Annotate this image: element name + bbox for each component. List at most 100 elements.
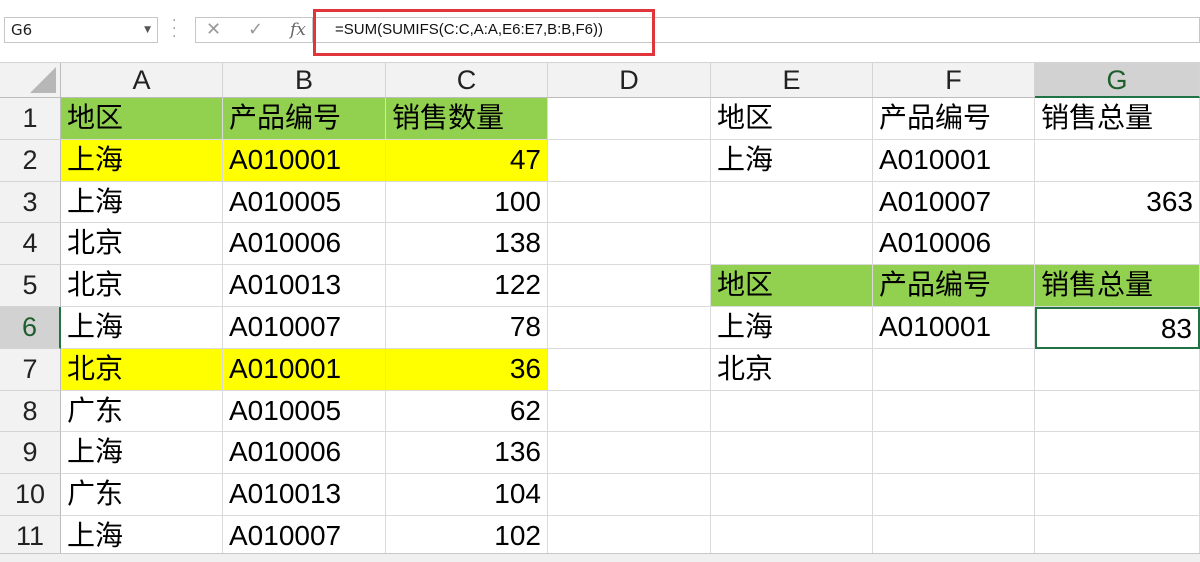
cell-f2[interactable]: A010001 xyxy=(873,139,1035,182)
cell-a5[interactable]: 北京 xyxy=(61,265,223,307)
cell-d10[interactable] xyxy=(548,474,711,516)
cell-f4[interactable]: A010006 xyxy=(873,223,1035,266)
select-all-button[interactable] xyxy=(0,63,61,98)
column-header-c[interactable]: C xyxy=(386,63,548,98)
cell-e5[interactable]: 地区 xyxy=(711,265,873,307)
cell-d3[interactable] xyxy=(548,181,711,224)
cell-g8[interactable] xyxy=(1035,390,1200,433)
cell-c8[interactable]: 62 xyxy=(386,390,548,433)
cell-e2[interactable]: 上海 xyxy=(711,139,873,182)
cell-d8[interactable] xyxy=(548,390,711,433)
cell-e11[interactable] xyxy=(711,516,873,558)
cell-a4[interactable]: 北京 xyxy=(61,223,223,266)
row-header-11[interactable]: 11 xyxy=(0,516,61,558)
cell-e7[interactable]: 北京 xyxy=(711,348,873,391)
cell-d6[interactable] xyxy=(548,307,711,349)
cell-a9[interactable]: 上海 xyxy=(61,432,223,475)
cell-g1[interactable]: 销售总量 xyxy=(1035,98,1200,140)
row-header-3[interactable]: 3 xyxy=(0,181,61,224)
cell-e1[interactable]: 地区 xyxy=(711,98,873,140)
cell-g9[interactable] xyxy=(1035,432,1200,475)
row-header-9[interactable]: 9 xyxy=(0,432,61,475)
cell-a6[interactable]: 上海 xyxy=(61,307,223,349)
name-box[interactable]: G6 ▼ xyxy=(4,17,158,43)
chevron-down-icon[interactable]: ▼ xyxy=(144,18,151,42)
cell-b3[interactable]: A010005 xyxy=(223,181,386,224)
cell-c3[interactable]: 100 xyxy=(386,181,548,224)
cell-e3[interactable] xyxy=(711,181,873,224)
row-header-1[interactable]: 1 xyxy=(0,98,61,140)
cell-d4[interactable] xyxy=(548,223,711,266)
cell-b7[interactable]: A010001 xyxy=(223,348,386,391)
cell-e10[interactable] xyxy=(711,474,873,516)
cell-a8[interactable]: 广东 xyxy=(61,390,223,433)
cell-f8[interactable] xyxy=(873,390,1035,433)
cell-c1[interactable]: 销售数量 xyxy=(386,98,548,140)
cell-b11[interactable]: A010007 xyxy=(223,516,386,558)
cell-b5[interactable]: A010013 xyxy=(223,265,386,307)
row-header-7[interactable]: 7 xyxy=(0,348,61,391)
cell-f3[interactable]: A010007 xyxy=(873,181,1035,224)
cell-c11[interactable]: 102 xyxy=(386,516,548,558)
cell-a3[interactable]: 上海 xyxy=(61,181,223,224)
cell-e9[interactable] xyxy=(711,432,873,475)
cell-d9[interactable] xyxy=(548,432,711,475)
more-options-icon[interactable]: · · · xyxy=(172,14,180,44)
cell-e8[interactable] xyxy=(711,390,873,433)
cell-a2[interactable]: 上海 xyxy=(61,139,223,182)
cell-c4[interactable]: 138 xyxy=(386,223,548,266)
column-header-e[interactable]: E xyxy=(711,63,873,98)
insert-function-icon[interactable]: fx xyxy=(290,20,306,40)
cell-d1[interactable] xyxy=(548,98,711,140)
row-header-8[interactable]: 8 xyxy=(0,390,61,433)
row-header-6[interactable]: 6 xyxy=(0,307,61,349)
cell-f9[interactable] xyxy=(873,432,1035,475)
column-header-d[interactable]: D xyxy=(548,63,711,98)
column-header-f[interactable]: F xyxy=(873,63,1035,98)
row-header-4[interactable]: 4 xyxy=(0,223,61,266)
cell-a7[interactable]: 北京 xyxy=(61,348,223,391)
cell-b1[interactable]: 产品编号 xyxy=(223,98,386,140)
cell-c6[interactable]: 78 xyxy=(386,307,548,349)
cell-g6[interactable]: 83 xyxy=(1035,307,1200,349)
cell-g3[interactable]: 363 xyxy=(1035,181,1200,224)
cell-c2[interactable]: 47 xyxy=(386,139,548,182)
cell-f10[interactable] xyxy=(873,474,1035,516)
cell-b6[interactable]: A010007 xyxy=(223,307,386,349)
cell-c9[interactable]: 136 xyxy=(386,432,548,475)
cell-a11[interactable]: 上海 xyxy=(61,516,223,558)
cell-f5[interactable]: 产品编号 xyxy=(873,265,1035,307)
column-header-g[interactable]: G xyxy=(1035,63,1200,98)
cell-g11[interactable] xyxy=(1035,516,1200,558)
cell-d5[interactable] xyxy=(548,265,711,307)
cell-c7[interactable]: 36 xyxy=(386,348,548,391)
cell-b9[interactable]: A010006 xyxy=(223,432,386,475)
cell-d7[interactable] xyxy=(548,348,711,391)
cell-d11[interactable] xyxy=(548,516,711,558)
enter-icon[interactable]: ✓ xyxy=(248,20,263,40)
column-header-a[interactable]: A xyxy=(61,63,223,98)
cell-a10[interactable]: 广东 xyxy=(61,474,223,516)
cell-f6[interactable]: A010001 xyxy=(873,307,1035,349)
cell-g7[interactable] xyxy=(1035,348,1200,391)
cell-b4[interactable]: A010006 xyxy=(223,223,386,266)
row-header-5[interactable]: 5 xyxy=(0,265,61,307)
cell-b8[interactable]: A010005 xyxy=(223,390,386,433)
cell-g2[interactable] xyxy=(1035,139,1200,182)
cell-e6[interactable]: 上海 xyxy=(711,307,873,349)
cell-e4[interactable] xyxy=(711,223,873,266)
cell-b10[interactable]: A010013 xyxy=(223,474,386,516)
cell-g4[interactable] xyxy=(1035,223,1200,266)
cell-g10[interactable] xyxy=(1035,474,1200,516)
cell-c5[interactable]: 122 xyxy=(386,265,548,307)
row-header-2[interactable]: 2 xyxy=(0,139,61,182)
cell-d2[interactable] xyxy=(548,139,711,182)
row-header-10[interactable]: 10 xyxy=(0,474,61,516)
cell-c10[interactable]: 104 xyxy=(386,474,548,516)
cell-a1[interactable]: 地区 xyxy=(61,98,223,140)
cell-g5[interactable]: 销售总量 xyxy=(1035,265,1200,307)
cell-f1[interactable]: 产品编号 xyxy=(873,98,1035,140)
cancel-icon[interactable]: ✕ xyxy=(206,20,221,40)
cell-b2[interactable]: A010001 xyxy=(223,139,386,182)
column-header-b[interactable]: B xyxy=(223,63,386,98)
